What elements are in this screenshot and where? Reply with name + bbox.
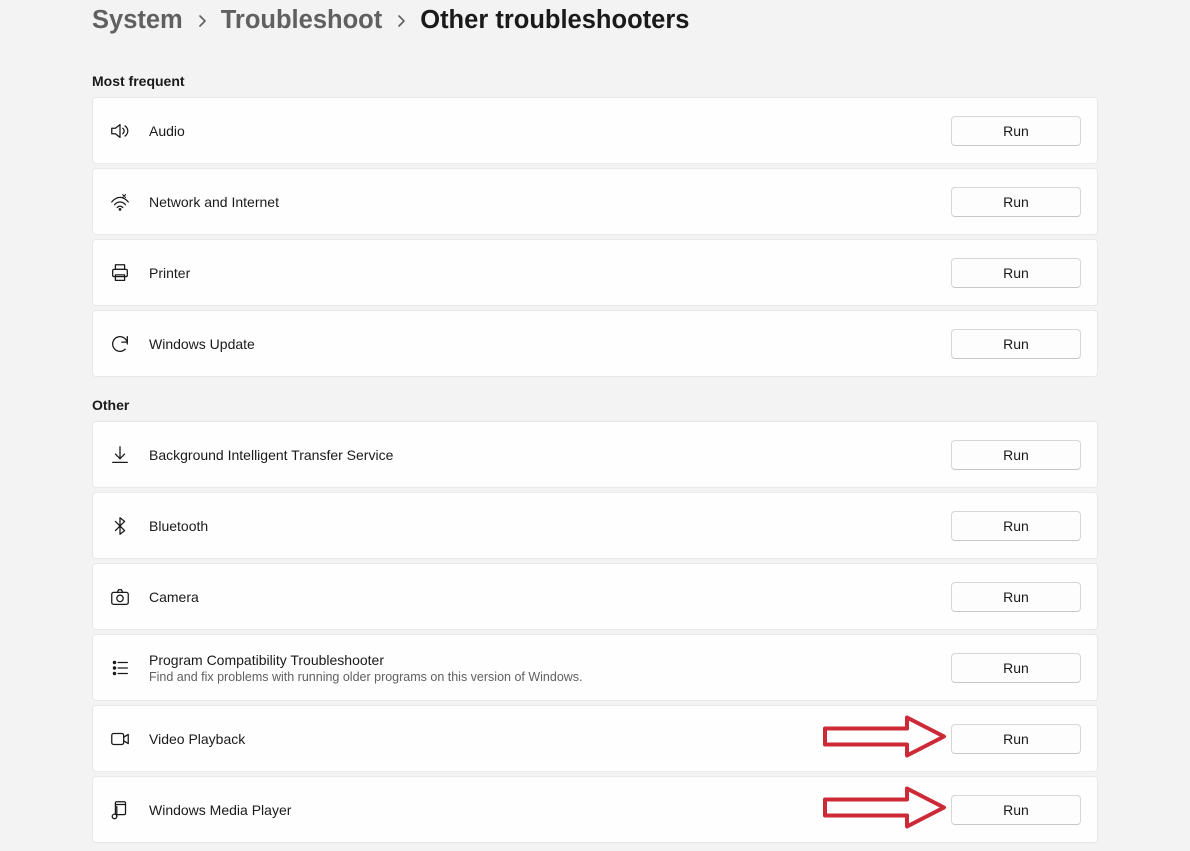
- troubleshooter-printer: Printer Run: [92, 239, 1098, 306]
- card-title: Audio: [149, 123, 951, 139]
- troubleshooter-video-playback: Video Playback Run: [92, 705, 1098, 772]
- troubleshooter-label: Program Compatibility Troubleshooter Fin…: [149, 652, 951, 684]
- run-button[interactable]: Run: [951, 258, 1081, 288]
- update-icon: [109, 333, 131, 355]
- run-button[interactable]: Run: [951, 582, 1081, 612]
- run-button[interactable]: Run: [951, 329, 1081, 359]
- printer-icon: [109, 262, 131, 284]
- troubleshooter-audio: Audio Run: [92, 97, 1098, 164]
- card-title: Bluetooth: [149, 518, 951, 534]
- troubleshooter-label: Bluetooth: [149, 518, 951, 534]
- troubleshooter-label: Windows Media Player: [149, 802, 951, 818]
- troubleshooter-windows-media-player: Windows Media Player Run: [92, 776, 1098, 843]
- run-button[interactable]: Run: [951, 724, 1081, 754]
- camera-icon: [109, 586, 131, 608]
- card-title: Windows Update: [149, 336, 951, 352]
- card-title: Program Compatibility Troubleshooter: [149, 652, 951, 668]
- troubleshooter-windows-update: Windows Update Run: [92, 310, 1098, 377]
- card-desc: Find and fix problems with running older…: [149, 670, 951, 684]
- chevron-right-icon: [197, 15, 207, 27]
- breadcrumb-current: Other troubleshooters: [420, 6, 689, 35]
- run-button[interactable]: Run: [951, 116, 1081, 146]
- troubleshooter-bits: Background Intelligent Transfer Service …: [92, 421, 1098, 488]
- section-header-most-frequent: Most frequent: [92, 73, 1098, 89]
- card-title: Printer: [149, 265, 951, 281]
- troubleshooter-label: Network and Internet: [149, 194, 951, 210]
- breadcrumb-system[interactable]: System: [92, 6, 183, 35]
- video-icon: [109, 728, 131, 750]
- run-button[interactable]: Run: [951, 653, 1081, 683]
- troubleshooter-network: Network and Internet Run: [92, 168, 1098, 235]
- bluetooth-icon: [109, 515, 131, 537]
- media-icon: [109, 799, 131, 821]
- breadcrumb-troubleshoot[interactable]: Troubleshoot: [221, 6, 383, 35]
- section-header-other: Other: [92, 397, 1098, 413]
- troubleshooter-label: Video Playback: [149, 731, 951, 747]
- card-title: Network and Internet: [149, 194, 951, 210]
- download-icon: [109, 444, 131, 466]
- card-title: Video Playback: [149, 731, 951, 747]
- run-button[interactable]: Run: [951, 795, 1081, 825]
- troubleshooter-label: Audio: [149, 123, 951, 139]
- card-title: Windows Media Player: [149, 802, 951, 818]
- troubleshooter-label: Windows Update: [149, 336, 951, 352]
- run-button[interactable]: Run: [951, 511, 1081, 541]
- chevron-right-icon: [396, 15, 406, 27]
- network-icon: [109, 191, 131, 213]
- card-title: Camera: [149, 589, 951, 605]
- troubleshooter-camera: Camera Run: [92, 563, 1098, 630]
- troubleshooter-bluetooth: Bluetooth Run: [92, 492, 1098, 559]
- troubleshooter-label: Background Intelligent Transfer Service: [149, 447, 951, 463]
- troubleshooter-label: Camera: [149, 589, 951, 605]
- troubleshooter-label: Printer: [149, 265, 951, 281]
- breadcrumb: System Troubleshoot Other troubleshooter…: [92, 0, 1098, 53]
- run-button[interactable]: Run: [951, 440, 1081, 470]
- card-title: Background Intelligent Transfer Service: [149, 447, 951, 463]
- troubleshooter-program-compat: Program Compatibility Troubleshooter Fin…: [92, 634, 1098, 701]
- compat-icon: [109, 657, 131, 679]
- run-button[interactable]: Run: [951, 187, 1081, 217]
- audio-icon: [109, 120, 131, 142]
